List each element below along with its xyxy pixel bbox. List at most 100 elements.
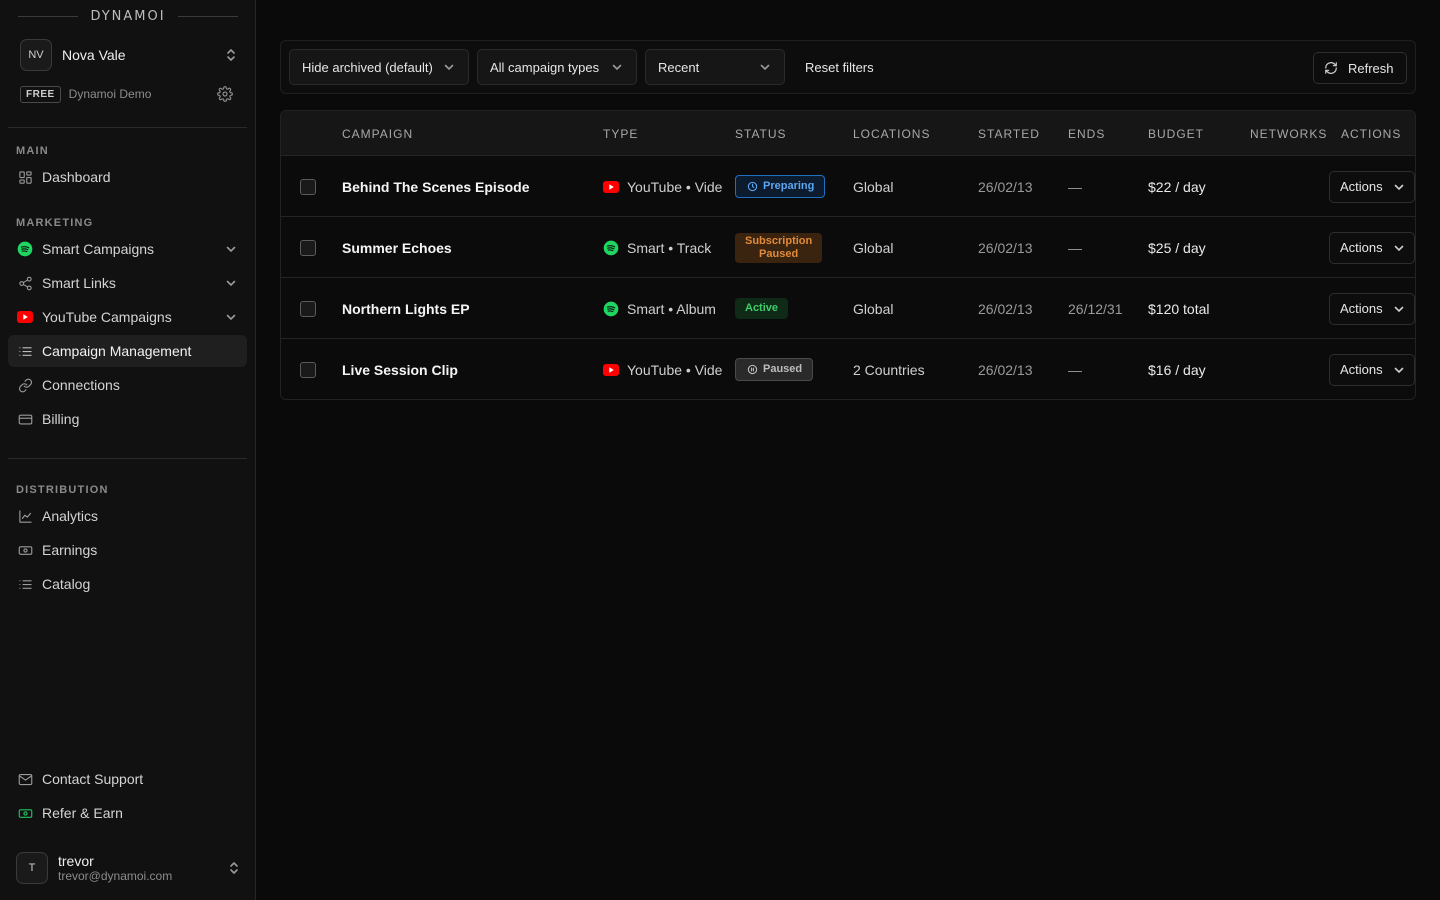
status-label: Active bbox=[745, 302, 779, 314]
type-label: Smart • Album bbox=[627, 300, 716, 317]
row-checkbox[interactable] bbox=[300, 361, 316, 378]
chevron-down-icon bbox=[1392, 363, 1406, 377]
location: Global bbox=[853, 178, 894, 195]
end-date: 26/12/31 bbox=[1068, 300, 1123, 317]
type-label: Smart • Track bbox=[627, 239, 712, 256]
campaign-name[interactable]: Northern Lights EP bbox=[342, 301, 470, 317]
chevron-down-icon bbox=[1392, 180, 1406, 194]
row-checkbox[interactable] bbox=[300, 239, 316, 256]
sidebar-item-campaign-management[interactable]: Campaign Management bbox=[8, 335, 247, 367]
sidebar-divider bbox=[8, 127, 247, 128]
campaign-type: YouTube • Video bbox=[603, 339, 723, 399]
list-icon bbox=[16, 342, 34, 360]
end-date: — bbox=[1068, 239, 1082, 256]
column-header-locations[interactable]: LOCATIONS bbox=[853, 111, 930, 156]
line-chart-icon bbox=[16, 507, 34, 525]
column-header-ends[interactable]: ENDS bbox=[1068, 111, 1105, 156]
campaigns-table: CAMPAIGN TYPE STATUS LOCATIONS STARTED E… bbox=[280, 110, 1416, 400]
campaign-type-filter-select[interactable]: All campaign types bbox=[477, 49, 637, 85]
sort-select[interactable]: Recent bbox=[645, 49, 785, 85]
column-header-type[interactable]: TYPE bbox=[603, 111, 638, 156]
status-label: Preparing bbox=[763, 180, 815, 192]
youtube-icon bbox=[603, 179, 619, 195]
sidebar-item-contact-support[interactable]: Contact Support bbox=[8, 763, 247, 795]
type-label: YouTube • Video bbox=[627, 178, 723, 195]
campaign-type: Smart • Album bbox=[603, 278, 723, 339]
chevron-down-icon[interactable] bbox=[223, 275, 239, 291]
reset-filters-button[interactable]: Reset filters bbox=[805, 49, 874, 85]
started-date: 26/02/13 bbox=[978, 300, 1033, 317]
column-header-budget[interactable]: BUDGET bbox=[1148, 111, 1204, 156]
chevron-down-icon[interactable] bbox=[223, 241, 239, 257]
sidebar-item-dashboard[interactable]: Dashboard bbox=[8, 161, 247, 193]
chevron-down-icon bbox=[758, 60, 772, 74]
sidebar-item-catalog[interactable]: Catalog bbox=[8, 568, 247, 600]
main-content: Hide archived (default) All campaign typ… bbox=[256, 0, 1440, 900]
campaign-name[interactable]: Behind The Scenes Episode bbox=[342, 179, 530, 195]
gear-icon[interactable] bbox=[216, 85, 234, 103]
refresh-button[interactable]: Refresh bbox=[1313, 52, 1407, 84]
started-date: 26/02/13 bbox=[978, 361, 1033, 378]
sidebar-item-analytics[interactable]: Analytics bbox=[8, 500, 247, 532]
column-header-networks[interactable]: NETWORKS bbox=[1250, 111, 1327, 156]
sidebar-item-smart-campaigns[interactable]: Smart Campaigns bbox=[8, 233, 247, 265]
actions-label: Actions bbox=[1340, 240, 1383, 255]
column-header-actions: ACTIONS bbox=[1341, 126, 1402, 141]
campaign-name[interactable]: Live Session Clip bbox=[342, 362, 458, 378]
budget: $16 / day bbox=[1148, 361, 1206, 378]
brand-divider-left bbox=[18, 15, 79, 17]
workspace-switcher[interactable]: NV Nova Vale bbox=[20, 39, 238, 71]
sidebar-item-earnings[interactable]: Earnings bbox=[8, 534, 247, 566]
row-checkbox[interactable] bbox=[300, 300, 316, 317]
chevron-down-icon bbox=[442, 60, 456, 74]
column-header-status[interactable]: STATUS bbox=[735, 111, 787, 156]
started-date: 26/02/13 bbox=[978, 239, 1033, 256]
user-info: trevor trevor@dynamoi.com bbox=[58, 853, 227, 883]
archived-filter-select[interactable]: Hide archived (default) bbox=[289, 49, 469, 85]
actions-dropdown-button[interactable]: Actions bbox=[1329, 353, 1415, 386]
credit-card-icon bbox=[16, 410, 34, 428]
table-row[interactable]: Summer Echoes Smart • Track Subscription… bbox=[281, 217, 1415, 278]
status-badge: Preparing bbox=[735, 175, 826, 198]
plan-row: FREE Dynamoi Demo bbox=[20, 84, 234, 104]
table-row[interactable]: Live Session Clip YouTube • Video Paused… bbox=[281, 339, 1415, 399]
chevron-down-icon[interactable] bbox=[223, 309, 239, 325]
select-label: Recent bbox=[658, 59, 700, 75]
user-email: trevor@dynamoi.com bbox=[58, 869, 173, 883]
user-name: trevor bbox=[58, 853, 94, 869]
section-label-distribution: DISTRIBUTION bbox=[16, 484, 109, 496]
spotify-icon bbox=[603, 301, 619, 317]
actions-label: Actions bbox=[1340, 301, 1383, 316]
type-label: YouTube • Video bbox=[627, 361, 723, 378]
actions-dropdown-button[interactable]: Actions bbox=[1329, 231, 1415, 264]
budget: $22 / day bbox=[1148, 178, 1206, 195]
user-menu[interactable]: T trevor trevor@dynamoi.com bbox=[16, 852, 241, 884]
section-label-marketing: MARKETING bbox=[16, 217, 94, 229]
sidebar-item-smart-links[interactable]: Smart Links bbox=[8, 267, 247, 299]
pause-circle-icon bbox=[746, 364, 758, 376]
plan-badge: FREE bbox=[20, 85, 61, 103]
end-date: — bbox=[1068, 361, 1082, 378]
sidebar-item-connections[interactable]: Connections bbox=[8, 369, 247, 401]
sidebar-item-billing[interactable]: Billing bbox=[8, 403, 247, 435]
status-badge: Paused bbox=[735, 358, 814, 381]
sidebar-item-label: Smart Links bbox=[42, 275, 116, 291]
column-header-campaign[interactable]: CAMPAIGN bbox=[342, 111, 413, 156]
sidebar-item-label: Catalog bbox=[42, 576, 91, 592]
refresh-icon bbox=[1324, 61, 1338, 75]
column-header-started[interactable]: STARTED bbox=[978, 111, 1040, 156]
brand-logo: DYNAMOI bbox=[90, 8, 166, 24]
actions-dropdown-button[interactable]: Actions bbox=[1329, 170, 1415, 203]
status-badge: Subscription Paused bbox=[735, 232, 823, 263]
campaign-name[interactable]: Summer Echoes bbox=[342, 240, 452, 256]
table-row[interactable]: Northern Lights EP Smart • Album Active … bbox=[281, 278, 1415, 339]
row-checkbox[interactable] bbox=[300, 178, 316, 195]
spotify-icon bbox=[603, 240, 619, 256]
sidebar-item-label: Connections bbox=[42, 377, 120, 393]
actions-dropdown-button[interactable]: Actions bbox=[1329, 292, 1415, 325]
sidebar-item-refer-earn[interactable]: Refer & Earn bbox=[8, 797, 247, 829]
sidebar-item-youtube-campaigns[interactable]: YouTube Campaigns bbox=[8, 301, 247, 333]
table-row[interactable]: Behind The Scenes Episode YouTube • Vide… bbox=[281, 156, 1415, 217]
brand-row: DYNAMOI bbox=[18, 8, 239, 24]
mail-icon bbox=[16, 770, 34, 788]
